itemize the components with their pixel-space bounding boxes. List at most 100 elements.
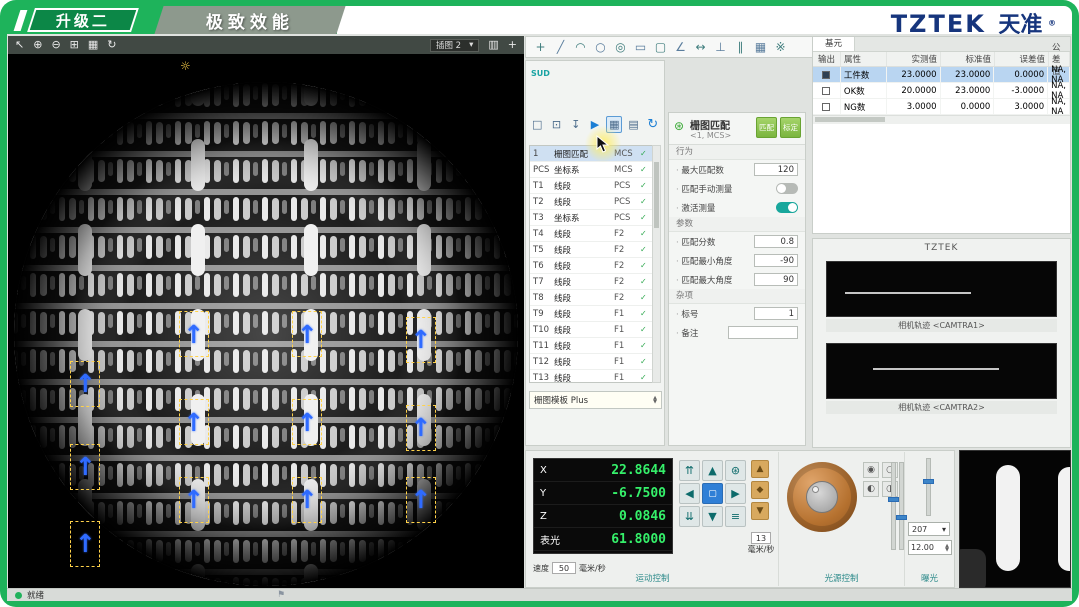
save-program-icon[interactable]: ↧ <box>568 116 584 133</box>
output-checkbox[interactable] <box>822 87 830 95</box>
measure-row[interactable]: T3坐标系PCS✓ <box>530 210 652 226</box>
parallel-tool-icon[interactable]: ∥ <box>733 40 748 54</box>
results-hscrollbar[interactable] <box>813 115 1070 124</box>
measure-row[interactable]: T7线段F2✓ <box>530 274 652 290</box>
spinner-arrows-icon[interactable]: ▲▼ <box>945 544 949 552</box>
refresh-view-icon[interactable]: ↻ <box>107 36 116 54</box>
concentric-circle-tool-icon[interactable]: ◎ <box>613 40 628 54</box>
grid-overlay-icon[interactable]: ▦ <box>88 36 98 54</box>
fit-view-icon[interactable]: ⊞ <box>70 36 79 54</box>
measure-row[interactable]: T8线段F2✓ <box>530 290 652 306</box>
circle-tool-icon[interactable]: ○ <box>593 40 608 54</box>
exposure-slider[interactable] <box>926 458 931 516</box>
pattern-match-tool-icon[interactable]: ▦ <box>753 40 768 54</box>
refresh-list-icon[interactable]: ↻ <box>645 116 661 133</box>
measure-row[interactable]: PCS坐标系MCS✓ <box>530 162 652 178</box>
match-button[interactable]: 匹配 <box>756 117 777 138</box>
property-label: 匹配手动测量 <box>676 183 776 195</box>
jog-right-button[interactable]: ▶ <box>725 483 746 504</box>
active-measure-toggle[interactable] <box>776 202 798 213</box>
match-max-angle-input[interactable]: 90 <box>754 273 798 286</box>
reference-tool-icon[interactable]: ※ <box>773 40 788 54</box>
jog-down-fast-button[interactable]: ⇊ <box>679 506 700 527</box>
measure-row[interactable]: T5线段F2✓ <box>530 242 652 258</box>
measure-ref: F2 <box>614 293 640 303</box>
measure-row[interactable]: T12线段F1✓ <box>530 354 652 370</box>
match-score-input[interactable]: 0.8 <box>754 235 798 248</box>
exposure-spinner[interactable]: 12.00 ▲▼ <box>908 540 952 555</box>
light-channel-value: 207 <box>912 525 927 534</box>
table-row[interactable]: OK数20.000023.0000-3.0000NA, NA <box>813 83 1070 99</box>
rectangle-tool-icon[interactable]: ▭ <box>633 40 648 54</box>
spinner-arrows-icon[interactable]: ▲▼ <box>653 396 657 404</box>
scrollbar-thumb[interactable] <box>815 117 885 122</box>
template-dropdown[interactable]: 栅图模板 Plus ▲▼ <box>529 391 662 409</box>
jog-stop-button[interactable]: ▢ <box>702 483 723 504</box>
jog-wheel-handle[interactable] <box>812 486 819 493</box>
camera-viewport[interactable]: ↑↑↑↑↑↑↑↑↑↑↑↑ ↖⊕⊖⊞▦↻插图 2▾▥+ ☼ <box>8 36 524 588</box>
manual-measure-toggle[interactable] <box>776 183 798 194</box>
measure-row[interactable]: T11线段F1✓ <box>530 338 652 354</box>
measure-row[interactable]: T10线段F1✓ <box>530 322 652 338</box>
jog-wheel[interactable] <box>787 462 857 532</box>
measure-row[interactable]: T1线段PCS✓ <box>530 178 652 194</box>
light-toggle-icon[interactable]: ☼ <box>180 59 191 73</box>
slider-thumb[interactable] <box>923 479 934 484</box>
distance-tool-icon[interactable]: ↔ <box>693 40 708 54</box>
measure-row[interactable]: T13线段F1✓ <box>530 370 652 383</box>
ring-light-full-icon[interactable]: ◉ <box>863 462 879 478</box>
line-tool-icon[interactable]: ╱ <box>553 40 568 54</box>
add-measure-icon[interactable]: □ <box>529 116 545 133</box>
label-index-input[interactable]: 1 <box>754 307 798 320</box>
camera-trajectory-caption-1: 相机轨迹 <CAMTRA1> <box>826 319 1057 332</box>
max-match-count-input[interactable]: 120 <box>754 163 798 176</box>
zoom-out-icon[interactable]: ⊖ <box>51 36 60 54</box>
measure-row[interactable]: T4线段F2✓ <box>530 226 652 242</box>
aux-mid-button[interactable]: ◆ <box>751 481 769 499</box>
jog-up-button[interactable]: ▲ <box>702 460 723 481</box>
jog-down-button[interactable]: ▼ <box>702 506 723 527</box>
angle-tool-icon[interactable]: ∠ <box>673 40 688 54</box>
copy-measure-icon[interactable]: ⊡ <box>548 116 564 133</box>
measure-ref: F2 <box>614 245 640 255</box>
measure-row[interactable]: T2线段PCS✓ <box>530 194 652 210</box>
table-row[interactable]: NG数3.00000.00003.0000NA, NA <box>813 99 1070 115</box>
scrollbar-thumb[interactable] <box>654 162 659 228</box>
header-banner: 升级二 极致效能 TZTEK 天准 ® <box>7 6 1072 34</box>
output-checkbox[interactable] <box>822 103 830 111</box>
light-slider-2[interactable] <box>899 462 904 550</box>
jog-left-button[interactable]: ◀ <box>679 483 700 504</box>
tab-primitives[interactable]: 基元 <box>813 37 855 51</box>
perpendicular-tool-icon[interactable]: ⊥ <box>713 40 728 54</box>
remark-input[interactable] <box>728 326 798 339</box>
aux-up-button[interactable]: ▲ <box>751 460 769 478</box>
measure-row[interactable]: T9线段F1✓ <box>530 306 652 322</box>
add-view-icon[interactable]: + <box>508 36 517 54</box>
select-cursor-icon[interactable]: ↖ <box>15 36 24 54</box>
jog-speed-button[interactable]: ≡ <box>725 506 746 527</box>
calibrate-button[interactable]: 标定 <box>780 117 801 138</box>
zoom-view-shadow <box>959 549 986 588</box>
jog-settings-button[interactable]: ⊛ <box>725 460 746 481</box>
output-checkbox[interactable] <box>822 71 830 79</box>
aux-speed-input[interactable]: 13 <box>751 532 771 544</box>
measure-id: T4 <box>530 229 554 239</box>
measure-row[interactable]: T6线段F2✓ <box>530 258 652 274</box>
light-channel-select[interactable]: 207 ▾ <box>908 522 950 536</box>
measurement-list-scrollbar[interactable] <box>652 145 661 383</box>
report-icon[interactable]: ▤ <box>625 116 641 133</box>
aux-down-button[interactable]: ▼ <box>751 502 769 520</box>
table-row[interactable]: 工件数23.000023.00000.0000NA, NA <box>813 67 1070 83</box>
jog-up-fast-button[interactable]: ⇈ <box>679 460 700 481</box>
match-min-angle-input[interactable]: -90 <box>754 254 798 267</box>
arc-tool-icon[interactable]: ◠ <box>573 40 588 54</box>
light-slider-1[interactable] <box>891 462 896 550</box>
camera-view-select[interactable]: 插图 2▾ <box>430 39 479 52</box>
match-annotation: ↑ <box>179 399 209 445</box>
slot-tool-icon[interactable]: ▢ <box>653 40 668 54</box>
split-view-icon[interactable]: ▥ <box>488 36 498 54</box>
point-tool-icon[interactable]: + <box>533 40 548 54</box>
slider-thumb[interactable] <box>888 497 899 502</box>
zoom-in-icon[interactable]: ⊕ <box>33 36 42 54</box>
ring-light-left-icon[interactable]: ◐ <box>863 481 879 497</box>
